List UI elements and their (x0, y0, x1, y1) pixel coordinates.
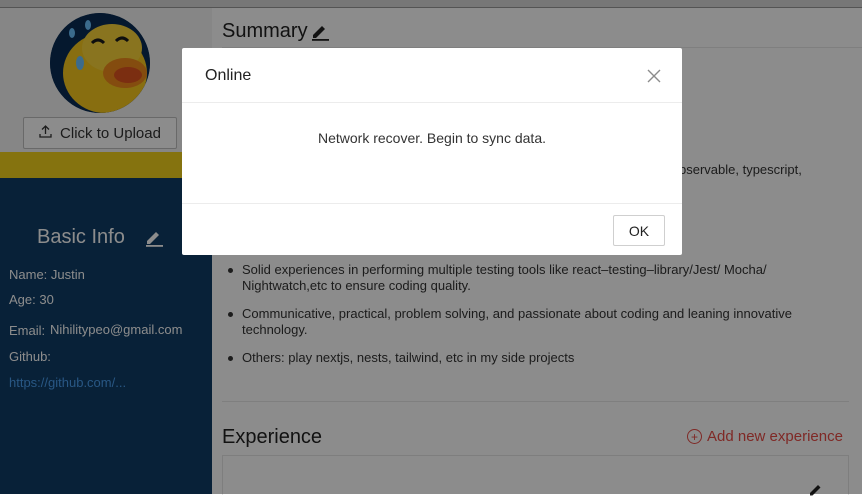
dialog-title: Online (205, 67, 252, 84)
dialog-message: Network recover. Begin to sync data. (318, 130, 546, 146)
dialog-footer-divider (182, 203, 682, 204)
ok-button[interactable]: OK (613, 215, 665, 246)
dialog-header-divider (182, 102, 682, 103)
close-icon[interactable] (644, 66, 664, 86)
online-dialog: Online Network recover. Begin to sync da… (182, 48, 682, 255)
